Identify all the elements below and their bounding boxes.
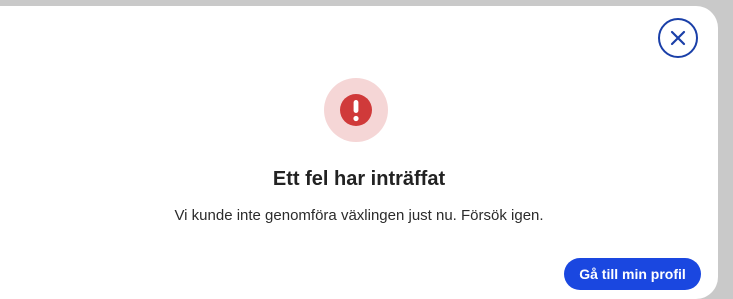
alert-icon-container bbox=[324, 78, 388, 142]
close-button[interactable] bbox=[658, 18, 698, 58]
go-to-profile-button[interactable]: Gå till min profil bbox=[564, 258, 701, 290]
dialog-message: Vi kunde inte genomföra växlingen just n… bbox=[174, 207, 544, 224]
dialog-title: Ett fel har inträffat bbox=[272, 168, 446, 190]
close-icon bbox=[670, 30, 686, 46]
error-dialog: Ett fel har inträffat Vi kunde inte geno… bbox=[0, 6, 718, 299]
exclamation-icon bbox=[340, 94, 372, 126]
